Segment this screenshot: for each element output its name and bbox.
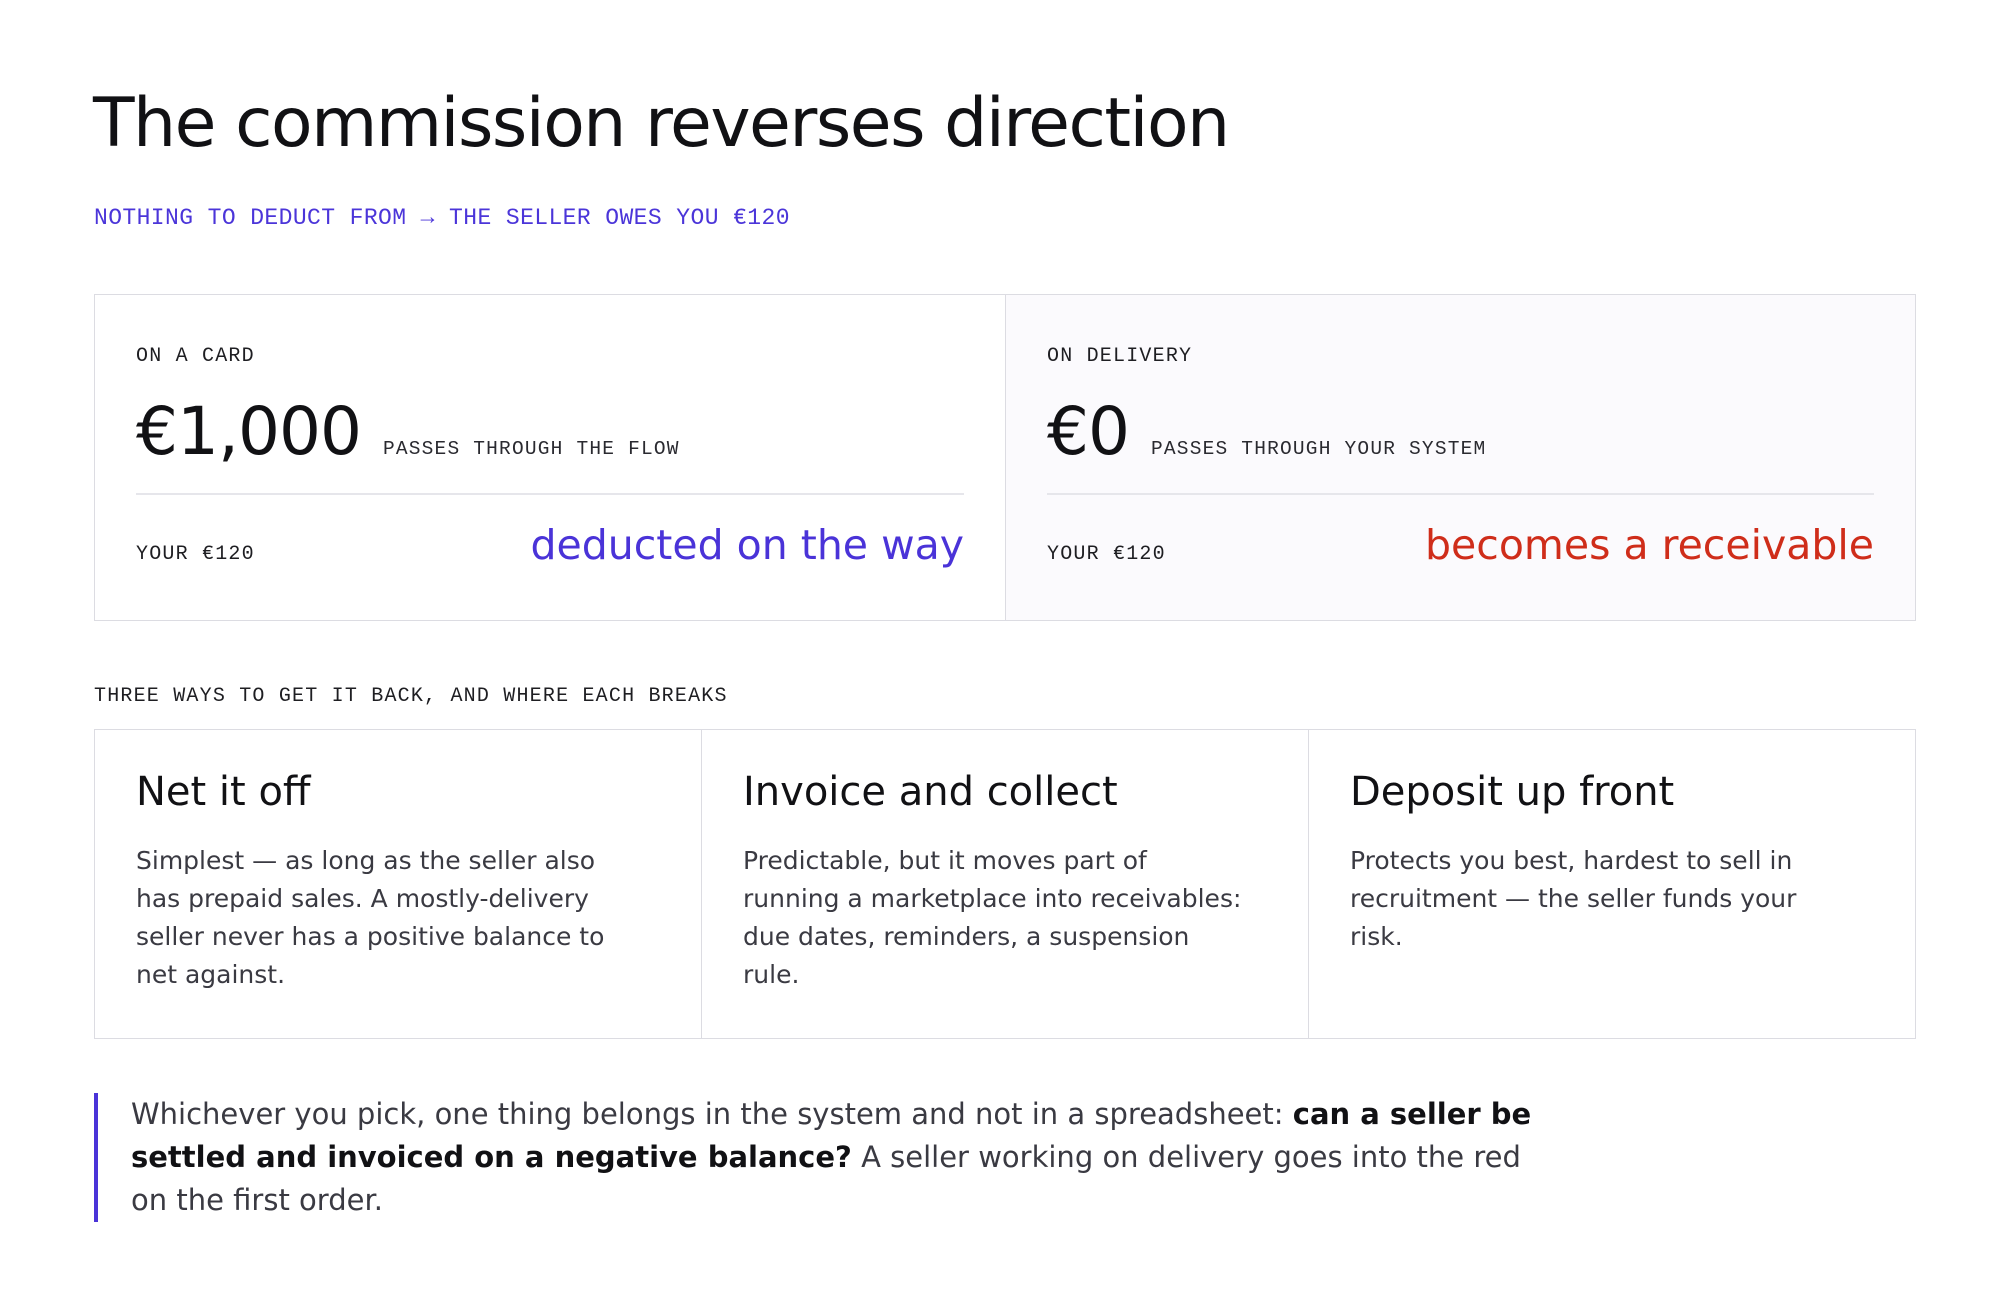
delivery-amount: €0 [1047,393,1130,470]
card-amount-row: €1,000 PASSES THROUGH THE FLOW [136,399,680,465]
card-panel: ON A CARD €1,000 PASSES THROUGH THE FLOW… [95,295,1005,620]
delivery-panel: ON DELIVERY €0 PASSES THROUGH YOUR SYSTE… [1005,295,1915,620]
way-title: Deposit up front [1350,769,1675,815]
way-card-net-it-off: Net it off Simplest — as long as the sel… [95,730,701,1038]
page: The commission reverses direction NOTHIN… [0,0,2000,1315]
way-description: Protects you best, hardest to sell in re… [1350,846,1797,951]
delivery-divider [1047,493,1874,495]
card-amount: €1,000 [136,393,362,470]
card-outcome: deducted on the way [530,521,964,569]
way-card-deposit-up-front: Deposit up front Protects you best, hard… [1308,730,1915,1038]
delivery-outcome: becomes a receivable [1425,521,1874,569]
page-title: The commission reverses direction [93,84,1230,163]
way-description: Simplest — as long as the seller also ha… [136,846,605,989]
delivery-amount-row: €0 PASSES THROUGH YOUR SYSTEM [1047,399,1486,465]
comparison-panel: ON A CARD €1,000 PASSES THROUGH THE FLOW… [94,294,1916,621]
delivery-panel-label: ON DELIVERY [1047,345,1193,368]
way-card-invoice-and-collect: Invoice and collect Predictable, but it … [701,730,1308,1038]
delivery-amount-note: PASSES THROUGH YOUR SYSTEM [1150,438,1487,460]
card-divider [136,493,964,495]
card-amount-note: PASSES THROUGH THE FLOW [382,438,680,460]
way-title: Invoice and collect [743,769,1118,815]
card-panel-label: ON A CARD [136,345,255,368]
callout-quote: Whichever you pick, one thing belongs in… [94,1093,1554,1222]
page-subtitle: NOTHING TO DEDUCT FROM → THE SELLER OWES… [94,205,790,231]
ways-section-label: THREE WAYS TO GET IT BACK, AND WHERE EAC… [94,685,728,708]
card-your-label: YOUR €120 [136,543,255,566]
way-description: Predictable, but it moves part of runnin… [743,846,1242,989]
delivery-your-label: YOUR €120 [1047,543,1166,566]
way-title: Net it off [136,769,311,815]
quote-lead: Whichever you pick, one thing belongs in… [131,1097,1293,1131]
ways-grid: Net it off Simplest — as long as the sel… [94,729,1916,1039]
